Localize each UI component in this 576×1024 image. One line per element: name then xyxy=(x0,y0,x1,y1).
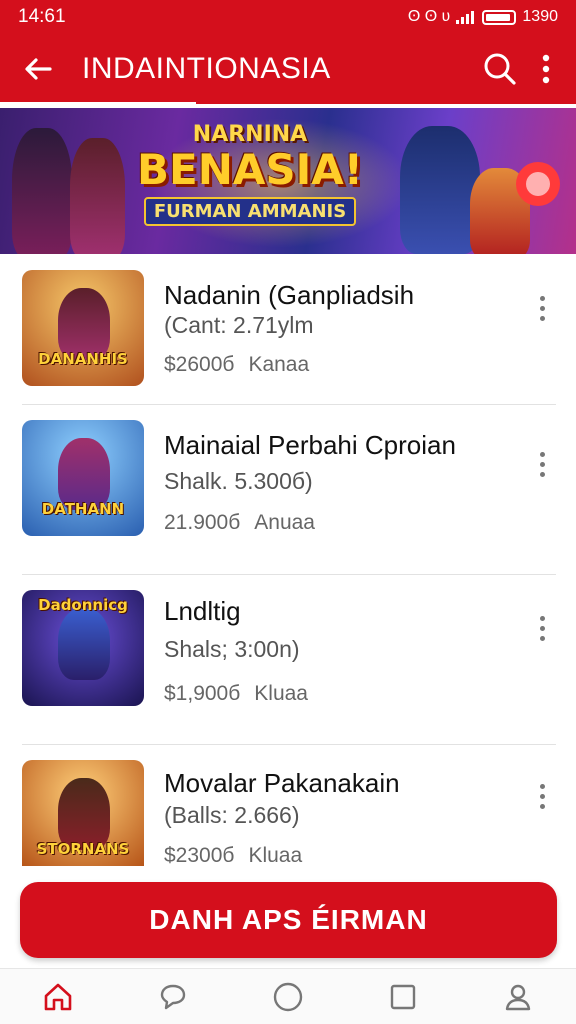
item-subtitle: (Balls: 2.666) xyxy=(164,802,300,828)
price-value: 21.900б xyxy=(164,511,241,534)
list-item[interactable]: DANANHIS Nadanin (Ganpliadsih (Cant: 2.7… xyxy=(0,254,576,404)
banner-top-text: NARNINA xyxy=(192,122,308,147)
price-value: $2300б xyxy=(164,844,235,866)
primary-cta-button[interactable]: DANH APS ÉIRMAN xyxy=(20,882,557,958)
banner-hero-figure xyxy=(70,138,125,254)
item-price: $1,900б Kluaa xyxy=(164,682,308,706)
item-title: Mainaial Perbahi Cproian xyxy=(164,430,456,460)
square-icon xyxy=(390,984,416,1009)
search-button[interactable] xyxy=(480,49,520,89)
item-title: Movalar Pakanakain xyxy=(164,768,400,798)
more-vert-icon xyxy=(542,54,550,84)
battery-level: 1390 xyxy=(522,8,558,25)
thumbnail-label: DANANHIS xyxy=(38,350,128,368)
app-thumbnail: STORNANS xyxy=(22,760,144,866)
status-time: 14:61 xyxy=(18,6,66,27)
item-more-button[interactable] xyxy=(528,776,556,816)
thumbnail-label: STORNANS xyxy=(36,840,130,858)
item-subtitle: Shals; 3:00n) xyxy=(164,636,300,662)
thumbnail-character xyxy=(58,608,110,680)
app-list: DANANHIS Nadanin (Ganpliadsih (Cant: 2.7… xyxy=(0,254,576,866)
item-title: Lndltig xyxy=(164,596,241,626)
item-subtitle: (Cant: 2.71ylm xyxy=(164,312,314,338)
status-bar: 14:61 ʘ ʘ ʋ 1390 xyxy=(0,0,576,34)
overflow-menu-button[interactable] xyxy=(534,49,558,89)
signal-icon xyxy=(456,11,475,24)
status-icons: ʘ ʘ ʋ 1390 xyxy=(408,8,558,26)
page-title: INDAINTIONASIA xyxy=(82,52,331,85)
price-tag: Kluaa xyxy=(254,682,308,705)
nav-square[interactable] xyxy=(379,973,427,1021)
status-notification-icons: ʘ ʘ ʋ xyxy=(407,8,451,25)
home-icon xyxy=(44,983,71,1010)
item-price: $2300б Kluaa xyxy=(164,844,302,866)
banner-orb-icon xyxy=(516,162,560,206)
list-item[interactable]: Dadonnicg Lndltig Shals; 3:00n) $1,900б K… xyxy=(0,576,576,726)
list-item[interactable]: DATHANN Mainaial Perbahi Cproian Shalk. … xyxy=(0,406,576,556)
app-bar: INDAINTIONASIA xyxy=(0,34,576,104)
divider xyxy=(22,574,556,575)
nav-home[interactable] xyxy=(34,973,82,1021)
app-thumbnail: Dadonnicg xyxy=(22,590,144,706)
bottom-nav xyxy=(0,968,576,1024)
item-more-button[interactable] xyxy=(528,444,556,484)
tab-indicator xyxy=(0,102,196,107)
price-value: $2600б xyxy=(164,353,235,376)
banner-hero-figure xyxy=(400,126,480,254)
circle-icon xyxy=(273,982,303,1011)
price-tag: Kluaa xyxy=(248,844,303,866)
nav-chat[interactable] xyxy=(149,973,197,1021)
item-more-button[interactable] xyxy=(528,288,556,328)
thumbnail-label: DATHANN xyxy=(41,500,125,518)
banner-text-group: NARNINA BENASIA! FURMAN AMMANIS xyxy=(130,122,370,226)
list-item[interactable]: STORNANS Movalar Pakanakain (Balls: 2.66… xyxy=(0,746,576,866)
thumbnail-label: Dadonnicg xyxy=(38,596,128,614)
price-tag: Anuaa xyxy=(254,511,315,534)
nav-circle[interactable] xyxy=(264,973,312,1021)
profile-icon xyxy=(506,984,531,1010)
banner-headline: BENASIA! xyxy=(137,145,363,194)
nav-profile[interactable] xyxy=(494,973,542,1021)
price-value: $1,900б xyxy=(164,682,241,705)
divider xyxy=(22,744,556,745)
back-button[interactable] xyxy=(18,49,58,89)
chat-icon xyxy=(160,984,185,1009)
arrow-left-icon xyxy=(25,58,52,80)
price-tag: Kanaa xyxy=(248,353,310,376)
search-icon xyxy=(484,53,516,85)
banner-hero-figure xyxy=(12,128,72,254)
banner-subtitle: FURMAN AMMANIS xyxy=(143,197,357,226)
app-thumbnail: DANANHIS xyxy=(22,270,144,386)
app-thumbnail: DATHANN xyxy=(22,420,144,536)
item-more-button[interactable] xyxy=(528,608,556,648)
battery-icon xyxy=(482,9,517,25)
item-title: Nadanin (Ganpliadsih xyxy=(164,280,415,310)
item-price: $2600б Kanaa xyxy=(164,353,309,377)
item-subtitle: Shalk. 5.300б) xyxy=(164,468,313,494)
item-price: 21.900б Anuaa xyxy=(164,511,315,535)
divider xyxy=(22,404,556,405)
promo-banner[interactable]: NARNINA BENASIA! FURMAN AMMANIS xyxy=(0,108,576,254)
